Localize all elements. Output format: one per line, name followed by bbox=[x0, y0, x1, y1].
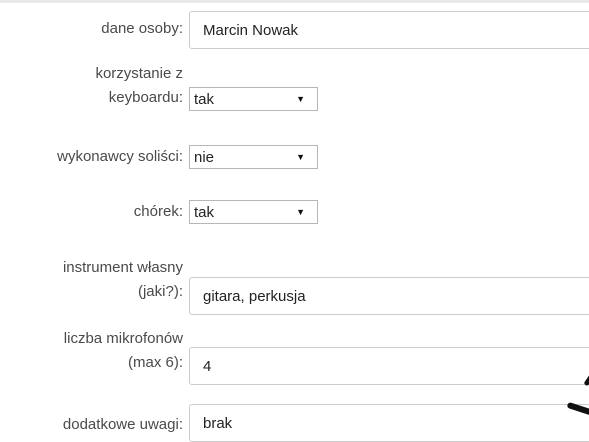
choir-select[interactable]: tak ▼ bbox=[189, 200, 318, 224]
choir-select-value: tak bbox=[194, 203, 215, 221]
soloists-label: wykonawcy soliści: bbox=[57, 148, 183, 165]
triangle-down-icon: ▼ bbox=[296, 94, 305, 104]
soloists-select[interactable]: nie ▼ bbox=[189, 145, 318, 169]
keyboard-select[interactable]: tak ▼ bbox=[189, 87, 318, 111]
keyboard-select-value: tak bbox=[194, 90, 215, 108]
keyboard-label: korzystanie z keyboardu: bbox=[95, 65, 183, 106]
instrument-label: instrument własny (jaki?): bbox=[62, 259, 183, 300]
triangle-down-icon: ▼ bbox=[296, 152, 305, 162]
top-border bbox=[0, 0, 589, 3]
notes-label: dodatkowe uwagi: bbox=[62, 416, 183, 433]
microphones-label: liczba mikrofonów (max 6): bbox=[63, 330, 183, 371]
microphones-input[interactable] bbox=[189, 347, 589, 385]
instrument-input[interactable] bbox=[189, 277, 589, 315]
triangle-down-icon: ▼ bbox=[296, 207, 305, 217]
notes-input[interactable] bbox=[189, 404, 589, 442]
choir-label: chórek: bbox=[133, 203, 183, 220]
soloists-select-value: nie bbox=[194, 148, 215, 166]
person-name-input[interactable] bbox=[189, 11, 589, 49]
person-label: dane osoby: bbox=[101, 20, 183, 37]
